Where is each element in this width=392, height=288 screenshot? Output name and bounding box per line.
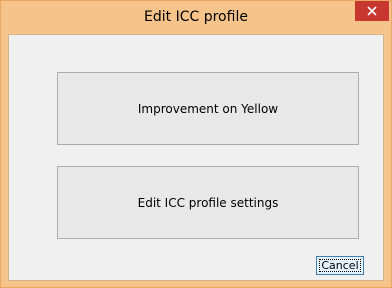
close-button[interactable] [355,1,389,21]
edit-icc-profile-settings-button[interactable]: Edit ICC profile settings [57,166,359,239]
close-icon [367,6,377,16]
edit-icc-profile-settings-label: Edit ICC profile settings [137,195,279,210]
improvement-on-yellow-label: Improvement on Yellow [137,101,279,116]
improvement-on-yellow-button[interactable]: Improvement on Yellow [57,72,359,145]
dialog-content: Improvement on Yellow Edit ICC profile s… [8,34,384,281]
cancel-button[interactable]: Cancel [316,256,364,275]
title-bar: Edit ICC profile [1,1,391,34]
dialog-window: Edit ICC profile Improvement on Yellow E… [0,0,392,288]
window-title: Edit ICC profile [144,9,248,25]
